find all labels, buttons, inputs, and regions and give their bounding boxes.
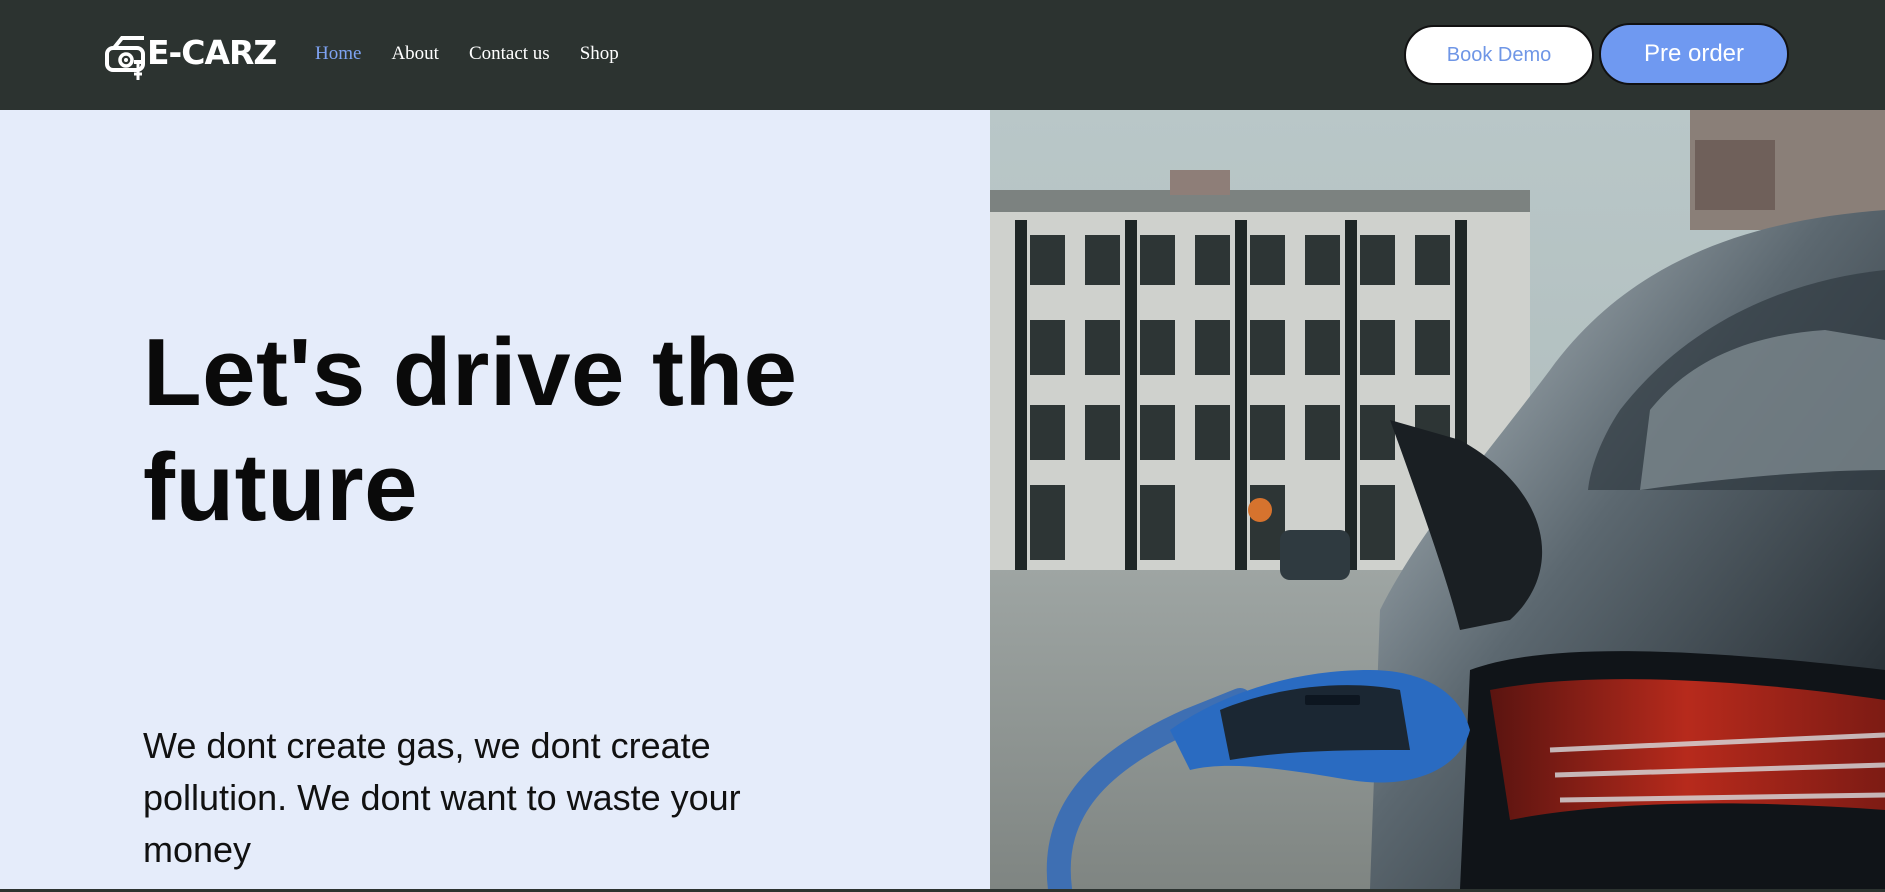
- brand-name: E-CARZ: [147, 32, 277, 72]
- nav-about-link[interactable]: About: [391, 43, 439, 65]
- car-plug-icon: [105, 36, 145, 80]
- nav-shop-link[interactable]: Shop: [580, 43, 619, 65]
- brand-logo[interactable]: E-CARZ: [104, 30, 277, 82]
- book-demo-button[interactable]: Book Demo: [1404, 25, 1594, 85]
- nav-contact-link[interactable]: Contact us: [469, 43, 550, 65]
- hero-title: Let's drive the future: [143, 319, 798, 541]
- top-navbar: E-CARZ Home About Contact us Shop Book D…: [0, 0, 1885, 110]
- pre-order-button[interactable]: Pre order: [1599, 23, 1789, 85]
- ev-charging-photo: [990, 110, 1885, 889]
- hero-photo-illustration: [990, 110, 1885, 889]
- nav-home-link[interactable]: Home: [315, 43, 361, 65]
- hero-description: We dont create gas, we dont create pollu…: [143, 725, 741, 870]
- main-nav: Home About Contact us Shop: [315, 43, 619, 65]
